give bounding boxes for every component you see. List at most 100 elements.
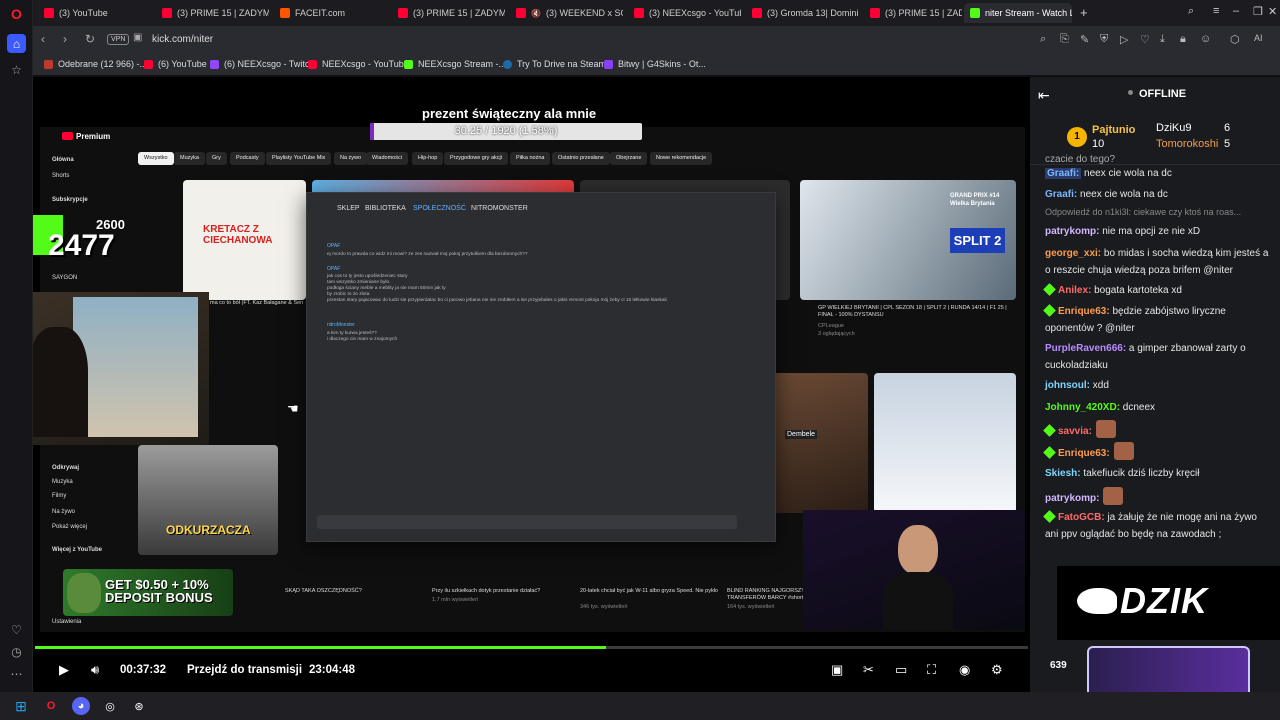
- tab-niter-stream[interactable]: niter Stream - Watch Live: [964, 3, 1072, 23]
- minimize-button[interactable]: –: [1233, 5, 1239, 17]
- video-player[interactable]: Premium Główna Shorts Subskrypcje SAYGON…: [33, 77, 1030, 692]
- discord-taskbar-icon[interactable]: ◕: [72, 697, 90, 715]
- chat-username[interactable]: PurpleRaven666:: [1045, 343, 1126, 354]
- youtube-icon: [752, 8, 762, 18]
- download-icon[interactable]: ⤓: [1160, 33, 1165, 46]
- pip-icon[interactable]: ▣: [831, 662, 843, 678]
- bookmark-neex-youtube[interactable]: NEEXcsgo - YouTube: [308, 59, 409, 69]
- chat-message: patrykomp:: [1045, 487, 1273, 507]
- aria-ai-button[interactable]: AI: [1254, 33, 1263, 43]
- mute-icon[interactable]: 🔇: [531, 9, 541, 18]
- chat-username[interactable]: patrykomp:: [1045, 493, 1099, 504]
- steam-taskbar-icon[interactable]: ⊛: [130, 697, 148, 715]
- chat-text: nie ma opcji ze nie xD: [1099, 226, 1201, 237]
- subscriber-badge-icon: [1043, 510, 1056, 523]
- chat-username[interactable]: FatoGCB:: [1058, 512, 1105, 523]
- quality-icon[interactable]: ◉: [959, 662, 970, 678]
- sub-count: 2477: [48, 229, 115, 262]
- star-icon[interactable]: ☆: [7, 60, 26, 79]
- more-icon[interactable]: ⋯: [7, 664, 26, 683]
- search-tabs-icon[interactable]: ⌕: [1188, 5, 1194, 18]
- tab-youtube[interactable]: (3) YouTube: [38, 3, 151, 23]
- edit-icon[interactable]: ✎: [1080, 33, 1089, 46]
- heart-icon[interactable]: ♡: [1140, 33, 1150, 46]
- fullscreen-icon[interactable]: ⛶: [927, 662, 936, 678]
- tab-prime15[interactable]: (3) PRIME 15 | ZADYMA: [156, 3, 269, 23]
- chat-message: johnsoul: xdd: [1045, 377, 1273, 394]
- chat-line: i dlaczego cie mam w znajomych: [327, 337, 398, 342]
- leader-name[interactable]: DziKu9: [1156, 122, 1191, 134]
- forward-icon[interactable]: ›: [63, 32, 67, 46]
- theater-mode-icon[interactable]: ▭: [895, 662, 907, 678]
- bookmark-neex-kick[interactable]: NEEXcsgo Stream -...: [404, 59, 506, 69]
- chat-username[interactable]: savvia:: [1058, 426, 1092, 437]
- home-icon[interactable]: ⌂: [7, 34, 26, 53]
- steam-chat-window: SKLEP BIBLIOTEKA SPOŁECZNOŚĆ NITROMONSTE…: [306, 192, 776, 542]
- leader-name[interactable]: Pajtunio: [1092, 124, 1135, 136]
- profile-icon[interactable]: ☺: [1200, 33, 1211, 45]
- play-icon[interactable]: ▷: [1120, 33, 1128, 46]
- bookmark-youtube[interactable]: (6) YouTube: [144, 59, 207, 69]
- tab-weekend[interactable]: 🔇 (3) WEEKEND x SOUN: [510, 3, 623, 23]
- subscriber-badge-icon: [1043, 446, 1056, 459]
- collapse-chat-icon[interactable]: ⇤: [1038, 87, 1050, 104]
- url-field[interactable]: kick.com/niter: [152, 34, 213, 45]
- shield-icon[interactable]: ⛨: [1100, 33, 1108, 46]
- obs-taskbar-icon[interactable]: ◎: [101, 697, 119, 715]
- search-icon[interactable]: ⌕: [1040, 33, 1046, 46]
- vpn-badge[interactable]: VPN: [107, 34, 130, 45]
- chat-message: Anilex: bogata kartoteka xd: [1043, 282, 1273, 299]
- chat-text: dcneex: [1120, 402, 1156, 413]
- chat-username[interactable]: johnsoul:: [1045, 380, 1090, 391]
- menu-icon[interactable]: ≡: [1213, 5, 1219, 17]
- chat-username[interactable]: Enrique63:: [1058, 306, 1110, 317]
- leader-count: 6: [1224, 122, 1231, 134]
- bookmark-twitch[interactable]: (6) NEEXcsgo - Twitch: [210, 59, 314, 69]
- chat-username[interactable]: Graafi:: [1045, 189, 1077, 200]
- site-info-icon[interactable]: ▣: [133, 32, 142, 43]
- chat-username[interactable]: Graafi:: [1045, 168, 1082, 179]
- heart-icon[interactable]: ♡: [7, 620, 26, 639]
- tab-faceit[interactable]: FACEIT.com: [274, 3, 387, 23]
- snapshot-icon[interactable]: ⎘: [1060, 33, 1069, 46]
- tab-prime15-3[interactable]: (3) PRIME 15 | ZADYMA: [864, 3, 962, 23]
- reload-icon[interactable]: ↻: [85, 32, 95, 46]
- extensions-icon[interactable]: ⬡: [1230, 33, 1240, 46]
- new-tab-button[interactable]: +: [1080, 5, 1088, 20]
- chat-username[interactable]: Enrique63:: [1058, 448, 1110, 459]
- chat-username[interactable]: Skiesh:: [1045, 468, 1081, 479]
- windows-start-icon[interactable]: ⊞: [12, 697, 30, 715]
- opera-logo-icon[interactable]: O: [7, 4, 26, 23]
- video-caption-meta: CPLeague: [818, 323, 844, 329]
- chat-username[interactable]: Anilex:: [1058, 285, 1091, 296]
- chat-input: [317, 515, 737, 529]
- jump-to-live-button[interactable]: Przejdź do transmisji: [187, 664, 302, 676]
- volume-icon[interactable]: 🔊︎: [91, 662, 99, 678]
- tab-neexcsgo[interactable]: (3) NEEXcsgo - YouTube: [628, 3, 741, 23]
- chat-username[interactable]: Johnny_420XD:: [1045, 402, 1120, 413]
- donation-goal-text: 30.25 / 1920 (1.58%): [454, 125, 558, 137]
- play-button[interactable]: ▶: [59, 662, 69, 678]
- bookmark-steam[interactable]: Try To Drive na Steam: [503, 59, 606, 69]
- bookmark-gmail[interactable]: Odebrane (12 966) -...: [44, 59, 147, 69]
- history-icon[interactable]: ◷: [7, 642, 26, 661]
- tab-gromda[interactable]: (3) Gromda 13| Dominik A: [746, 3, 859, 23]
- lock-icon[interactable]: 🔒︎: [1180, 33, 1186, 46]
- thumbnail-text: KRETACZ Z CIECHANOWA: [203, 224, 273, 246]
- maximize-button[interactable]: ❐: [1253, 5, 1263, 18]
- bookmark-g4skins[interactable]: Bitwy | G4Skins - Ot...: [604, 59, 706, 69]
- chat-username[interactable]: patrykomp:: [1045, 226, 1099, 237]
- chat-message: Skiesh: takefiucik dziś liczby kręcił: [1045, 465, 1273, 482]
- dzik-sponsor-logo: DZIK: [1057, 566, 1280, 640]
- settings-icon[interactable]: ⚙: [991, 662, 1003, 678]
- back-icon[interactable]: ‹: [41, 32, 45, 46]
- chat-username[interactable]: george_xxi:: [1045, 248, 1101, 259]
- close-window-button[interactable]: ✕: [1268, 5, 1277, 18]
- clip-icon[interactable]: ✂: [863, 662, 874, 678]
- seek-bar[interactable]: [35, 646, 1028, 649]
- youtube-icon: [516, 8, 526, 18]
- subscriber-badge-icon: [1043, 424, 1056, 437]
- leader-name[interactable]: Tomorokoshi: [1156, 138, 1218, 150]
- tab-prime15-2[interactable]: (3) PRIME 15 | ZADYMA: [392, 3, 505, 23]
- opera-taskbar-icon[interactable]: O: [42, 697, 60, 715]
